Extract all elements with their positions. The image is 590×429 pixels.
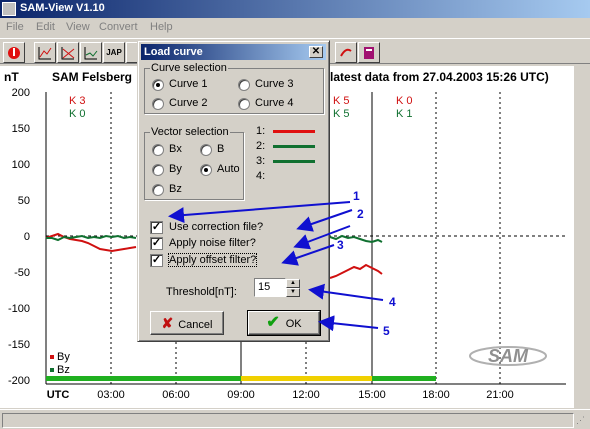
annotation-label-4: 4 bbox=[389, 295, 396, 309]
annotation-arrow-2 bbox=[296, 209, 353, 232]
annotation-arrow-1 bbox=[168, 201, 351, 224]
annotation-arrow-5 bbox=[318, 315, 379, 332]
annotation-label-5: 5 bbox=[383, 324, 390, 338]
annotation-arrow-3b bbox=[281, 244, 335, 266]
annotation-layer: 1 2 3 4 5 bbox=[168, 189, 396, 338]
annotation-label-1: 1 bbox=[353, 189, 360, 203]
annotation-arrow-4 bbox=[308, 283, 384, 301]
annotation-label-3: 3 bbox=[337, 238, 344, 252]
annotation-label-2: 2 bbox=[357, 207, 364, 221]
